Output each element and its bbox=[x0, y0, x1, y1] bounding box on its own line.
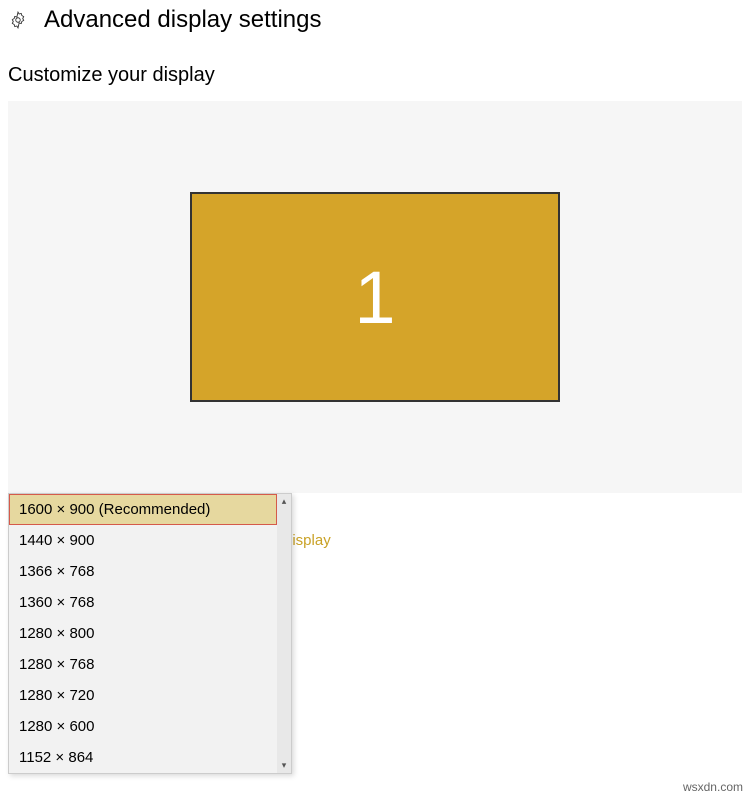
resolution-option[interactable]: 1600 × 900 (Recommended) bbox=[9, 494, 277, 525]
page-title: Advanced display settings bbox=[44, 6, 322, 34]
resolution-option[interactable]: 1280 × 720 bbox=[9, 680, 277, 711]
resolution-dropdown: 1600 × 900 (Recommended) 1440 × 900 1366… bbox=[8, 493, 292, 774]
resolution-option[interactable]: 1280 × 768 bbox=[9, 649, 277, 680]
scroll-down-icon[interactable]: ▾ bbox=[282, 758, 287, 773]
gear-icon bbox=[8, 10, 28, 30]
dropdown-items: 1600 × 900 (Recommended) 1440 × 900 1366… bbox=[9, 494, 277, 773]
resolution-option[interactable]: 1152 × 864 bbox=[9, 742, 277, 773]
resolution-option[interactable]: 1360 × 768 bbox=[9, 587, 277, 618]
monitor-1[interactable]: 1 bbox=[190, 192, 560, 402]
customize-subtitle: Customize your display bbox=[0, 34, 749, 101]
scrollbar[interactable]: ▴ ▾ bbox=[277, 494, 291, 773]
resolution-option[interactable]: 1366 × 768 bbox=[9, 556, 277, 587]
scroll-up-icon[interactable]: ▴ bbox=[282, 494, 287, 509]
resolution-option[interactable]: 1280 × 600 bbox=[9, 711, 277, 742]
watermark: wsxdn.com bbox=[683, 780, 743, 794]
header: Advanced display settings bbox=[0, 0, 749, 34]
display-preview-area: 1 bbox=[8, 101, 742, 493]
resolution-option[interactable]: 1280 × 800 bbox=[9, 618, 277, 649]
resolution-option[interactable]: 1440 × 900 bbox=[9, 525, 277, 556]
monitor-number: 1 bbox=[354, 255, 395, 340]
